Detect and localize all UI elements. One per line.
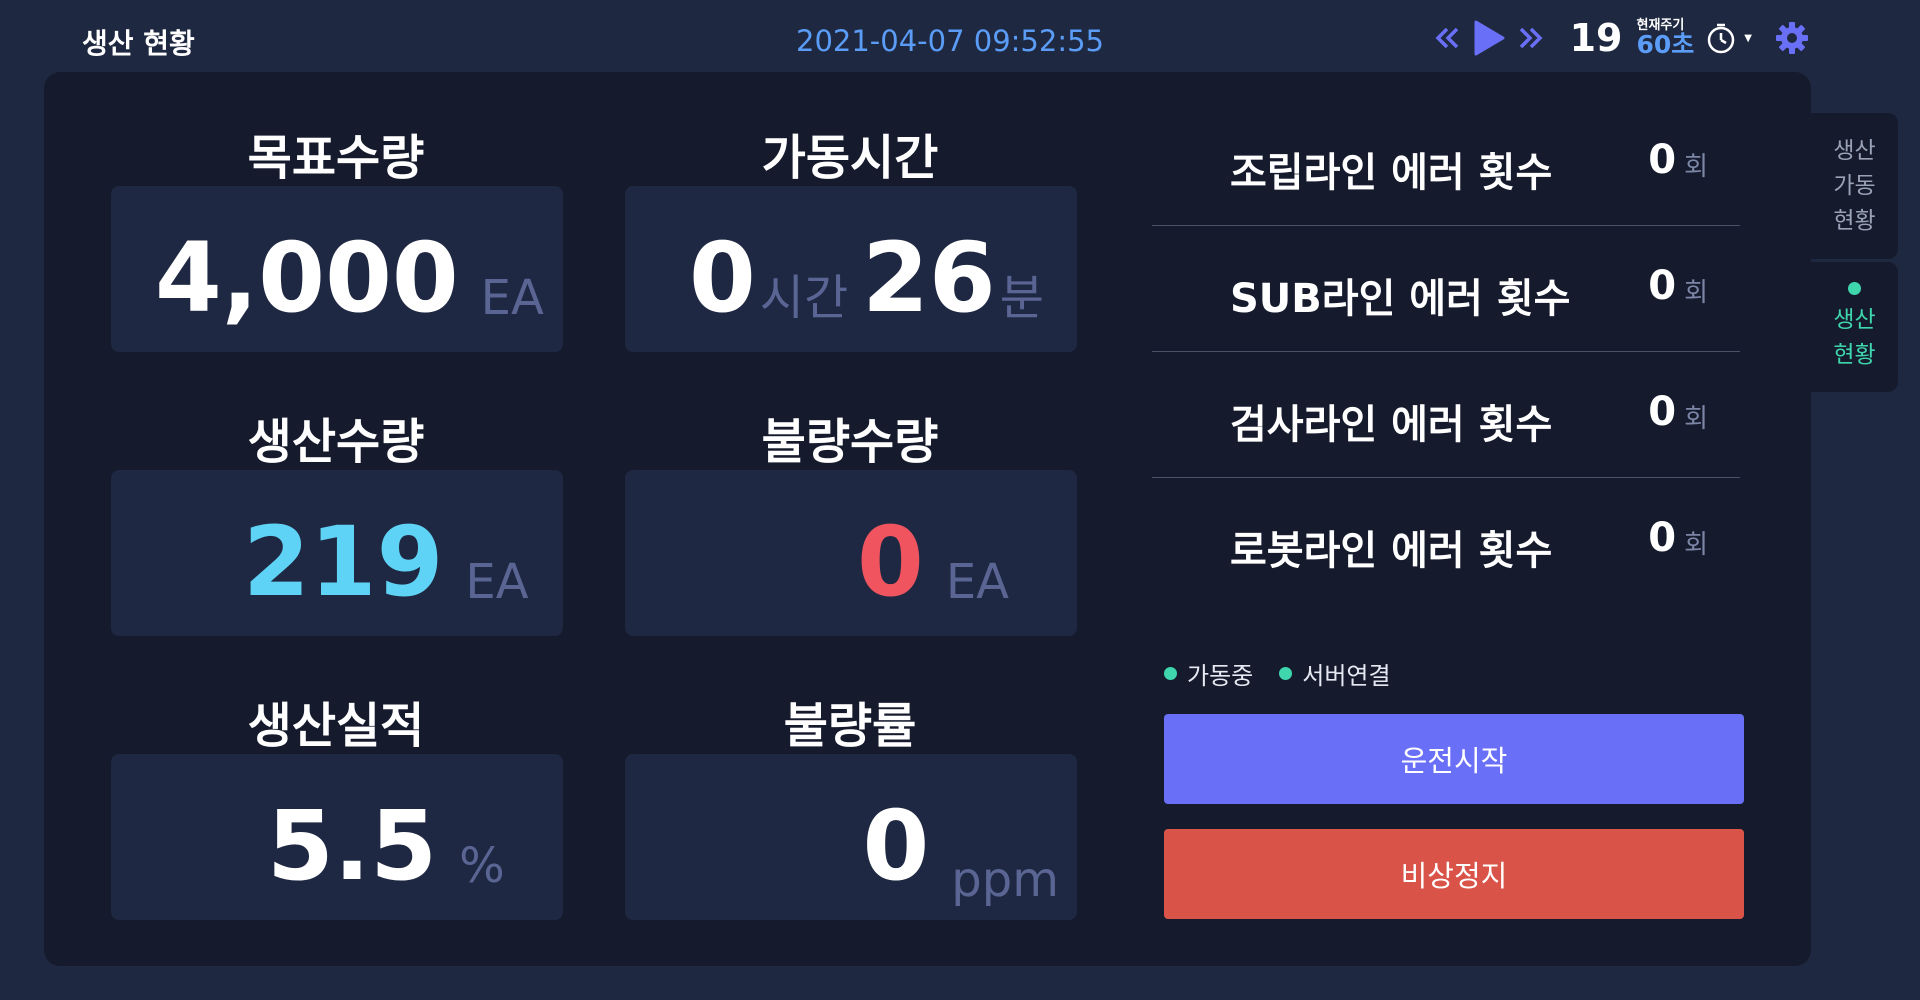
production-panel: 목표수량 4,000 EA 가동시간 0 시간 26 분 생산수량 219 EA: [44, 72, 1811, 966]
defect-qty-value-group: 0 EA: [857, 470, 1009, 636]
status-running: 가동중: [1164, 656, 1253, 691]
production-rate-value: 5.5: [267, 790, 438, 902]
play-icon[interactable]: [1472, 19, 1506, 57]
target-qty-box: 4,000 EA: [111, 186, 563, 352]
uptime-minutes: 26: [862, 222, 996, 334]
production-qty-value-group: 219 EA: [243, 470, 529, 636]
tab-production-status[interactable]: 생산 현황: [1811, 262, 1898, 392]
error-count: 0: [1648, 389, 1677, 435]
error-unit: 회: [1684, 152, 1708, 182]
tab-production-operation-status-label: 생산 가동 현황: [1833, 137, 1876, 234]
production-qty-unit: EA: [465, 554, 529, 610]
error-count: 0: [1648, 137, 1677, 183]
chevron-down-icon[interactable]: ▼: [1744, 33, 1752, 44]
status-running-label: 가동중: [1187, 662, 1254, 690]
uptime-minutes-unit: 분: [999, 270, 1044, 326]
dashboard-root: 생산 현황 2021-04-07 09:52:55 19 현재주기 60초 ▼ …: [0, 0, 1920, 1000]
error-label: 검사라인 에러 횟수: [1230, 402, 1553, 448]
error-row-sub: SUB라인 에러 횟수 0 회: [1152, 226, 1740, 352]
defect-rate-label: 불량률: [783, 698, 917, 754]
start-operation-button[interactable]: 운전시작: [1164, 714, 1744, 804]
uptime-box: 0 시간 26 분: [625, 186, 1077, 352]
uptime-hours-unit: 시간: [759, 270, 849, 326]
production-rate-label: 생산실적: [247, 698, 425, 754]
emergency-stop-button[interactable]: 비상정지: [1164, 829, 1744, 919]
defect-rate-value-group: 0 ppm: [863, 754, 1060, 920]
production-rate-value-group: 5.5 %: [267, 754, 505, 920]
production-rate-unit: %: [459, 838, 505, 894]
active-indicator-icon: [1848, 281, 1861, 295]
cycle-period-value: 60초: [1636, 30, 1695, 59]
target-qty-value-group: 4,000 EA: [155, 186, 544, 352]
defect-rate-box: 0 ppm: [625, 754, 1077, 920]
error-unit: 회: [1684, 278, 1708, 308]
error-value-group: 0 회: [1648, 140, 1708, 180]
target-qty-value: 4,000: [155, 222, 459, 334]
error-value-group: 0 회: [1648, 518, 1708, 558]
error-unit: 회: [1684, 530, 1708, 560]
cycle-period[interactable]: 현재주기 60초: [1637, 19, 1695, 57]
error-row-inspection: 검사라인 에러 횟수 0 회: [1152, 352, 1740, 478]
defect-rate-unit: ppm: [951, 852, 1059, 908]
uptime-label: 가동시간: [761, 130, 939, 186]
status-indicators: 가동중 서버연결: [1164, 656, 1391, 691]
defect-qty-value: 0: [857, 506, 924, 618]
error-count: 0: [1648, 515, 1677, 561]
production-qty-value: 219: [243, 506, 444, 618]
uptime-hours: 0: [689, 222, 756, 334]
header-bar: 생산 현황 2021-04-07 09:52:55 19 현재주기 60초 ▼: [0, 0, 1920, 72]
error-label: SUB라인 에러 횟수: [1230, 276, 1571, 322]
uptime-value-group: 0 시간 26 분: [689, 186, 1044, 352]
error-value-group: 0 회: [1648, 266, 1708, 306]
tab-production-operation-status[interactable]: 생산 가동 현황: [1811, 113, 1898, 259]
target-qty-unit: EA: [480, 270, 544, 326]
cycle-count: 19: [1569, 16, 1623, 60]
error-row-assembly: 조립라인 에러 횟수 0 회: [1152, 100, 1740, 226]
error-unit: 회: [1684, 404, 1708, 434]
error-count: 0: [1648, 263, 1677, 309]
status-server-label: 서버연결: [1302, 662, 1391, 690]
error-value-group: 0 회: [1648, 392, 1708, 432]
defect-qty-unit: EA: [945, 554, 1009, 610]
defect-qty-box: 0 EA: [625, 470, 1077, 636]
target-qty-label: 목표수량: [247, 130, 425, 186]
error-label: 조립라인 에러 횟수: [1230, 150, 1553, 196]
status-dot-icon: [1164, 667, 1177, 680]
status-dot-icon: [1279, 667, 1293, 680]
production-qty-box: 219 EA: [111, 470, 563, 636]
production-qty-label: 생산수량: [247, 414, 425, 470]
timer-icon[interactable]: [1704, 21, 1738, 55]
defect-rate-value: 0: [862, 790, 930, 902]
fast-forward-icon[interactable]: [1516, 23, 1546, 53]
playback-controls: 19 현재주기 60초 ▼: [1432, 14, 1810, 62]
gear-icon[interactable]: [1774, 20, 1810, 56]
status-server: 서버연결: [1279, 656, 1391, 691]
production-rate-box: 5.5 %: [111, 754, 563, 920]
defect-qty-label: 불량수량: [761, 414, 939, 470]
tab-production-status-label: 생산 현황: [1833, 306, 1876, 368]
error-row-robot: 로봇라인 에러 횟수 0 회: [1152, 478, 1740, 604]
error-label: 로봇라인 에러 횟수: [1230, 528, 1553, 574]
rewind-icon[interactable]: [1432, 23, 1462, 53]
